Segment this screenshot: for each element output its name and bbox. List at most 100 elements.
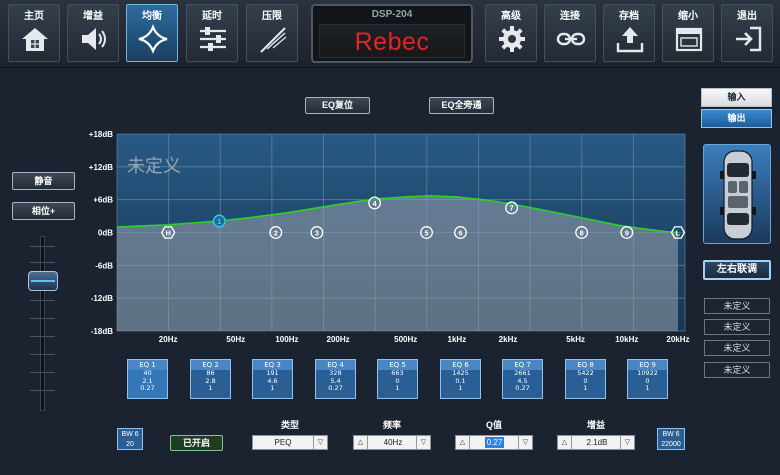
high-cut-bw-box[interactable]: BW 6 22000 xyxy=(657,428,685,450)
brand-panel: DSP-204 Rebec xyxy=(311,4,473,63)
decrement-icon[interactable]: ▽ xyxy=(416,436,430,449)
band-marker-label: 6 xyxy=(458,228,462,237)
eq-curve-icon xyxy=(138,24,168,54)
eq-band-card-1[interactable]: EQ 1 40 2.1 0.27 xyxy=(127,359,168,399)
band-q: 0.27 xyxy=(328,384,343,392)
nav-label: 主页 xyxy=(24,11,44,22)
nav-label: 压限 xyxy=(262,11,282,22)
car-icon xyxy=(720,150,756,240)
eq-band-card-4[interactable]: EQ 4 328 5.4 0.27 xyxy=(315,359,356,399)
eq-bypass-button[interactable]: EQ全旁通 xyxy=(429,97,494,114)
upload-icon xyxy=(616,27,644,53)
output-channel-button[interactable]: 输出 xyxy=(701,109,772,128)
nav-advanced-button[interactable]: 高级 xyxy=(485,4,537,62)
gain-stepper[interactable]: △ 2.1dB ▽ xyxy=(557,435,635,450)
decrement-icon[interactable]: ▽ xyxy=(620,436,634,449)
eq-band-card-7[interactable]: EQ 7 2661 4.5 0.27 xyxy=(502,359,543,399)
fader-tick xyxy=(30,390,55,391)
eq-band-card-6[interactable]: EQ 6 1425 0.1 1 xyxy=(440,359,481,399)
bw-value: 20 xyxy=(126,441,134,448)
nav-limiter-button[interactable]: 压限 xyxy=(246,4,298,62)
dropdown-arrow-icon[interactable]: ▽ xyxy=(313,436,327,449)
car-speaker-diagram[interactable] xyxy=(703,144,771,244)
gain-label: 增益 xyxy=(586,420,605,430)
x-tick-label: 20kHz xyxy=(666,335,689,344)
x-tick-label: 100Hz xyxy=(275,335,298,344)
nav-save-button[interactable]: 存档 xyxy=(603,4,655,62)
x-tick-label: 20Hz xyxy=(159,335,178,344)
fader-tick xyxy=(30,372,55,373)
gear-icon xyxy=(499,26,525,52)
nav-label: 存档 xyxy=(619,11,639,22)
x-tick-label: 1kHz xyxy=(448,335,467,344)
low-cut-bw-box[interactable]: BW 6 20 xyxy=(117,428,143,450)
top-navigation-bar: 主页 增益 均衡 延时 压限 DSP-204 Rebec 高级 连接 存档 缩小… xyxy=(0,0,780,68)
limiter-icon xyxy=(260,27,287,53)
increment-icon[interactable]: △ xyxy=(558,436,572,449)
increment-icon[interactable]: △ xyxy=(354,436,368,449)
eq-band-card-9[interactable]: EQ 9 10922 0 1 xyxy=(627,359,668,399)
x-axis-labels: 20Hz 50Hz 100Hz 200Hz 500Hz 1kHz 2kHz 5kHz 10kHz… xyxy=(159,335,690,344)
band-marker-label: 9 xyxy=(625,228,629,237)
nav-label: 增益 xyxy=(83,11,103,22)
preset-name-overlay: 未定义 xyxy=(127,156,181,177)
left-right-link-button[interactable]: 左右联调 xyxy=(703,260,771,280)
x-tick-label: 2kHz xyxy=(499,335,518,344)
preset-slot-2[interactable]: 未定义 xyxy=(704,319,770,335)
band-marker-label: H xyxy=(165,228,170,237)
nav-eq-button[interactable]: 均衡 xyxy=(126,4,178,62)
x-tick-label: 200Hz xyxy=(327,335,350,344)
nav-exit-button[interactable]: 退出 xyxy=(721,4,773,62)
q-label: Q值 xyxy=(485,420,502,430)
eq-response-chart[interactable]: 未定义 +18dB +12dB +6dB 0dB -6dB -12dB -18dB 20Hz… xyxy=(0,125,700,350)
nav-gain-button[interactable]: 增益 xyxy=(67,4,119,62)
brand-logo: Rebec xyxy=(354,28,430,56)
eq-reset-button[interactable]: EQ复位 xyxy=(305,97,370,114)
y-tick-label: +6dB xyxy=(93,196,113,205)
q-stepper[interactable]: △ 0.27 ▽ xyxy=(455,435,533,450)
band-q: 1 xyxy=(458,384,463,392)
sliders-icon xyxy=(200,27,226,51)
y-tick-label: +18dB xyxy=(89,130,113,139)
band-marker-label: 8 xyxy=(580,228,584,237)
preset-slot-3[interactable]: 未定义 xyxy=(704,340,770,356)
eq-band-card-5[interactable]: EQ 5 663 0 1 xyxy=(377,359,418,399)
input-channel-button[interactable]: 输入 xyxy=(701,88,772,107)
increment-icon[interactable]: △ xyxy=(456,436,470,449)
eq-enabled-button[interactable]: 已开启 xyxy=(170,435,223,451)
preset-slot-1[interactable]: 未定义 xyxy=(704,298,770,314)
type-label: 类型 xyxy=(280,420,299,430)
device-model: DSP-204 xyxy=(371,9,413,20)
band-q: 1 xyxy=(645,384,650,392)
nav-minimize-button[interactable]: 缩小 xyxy=(662,4,714,62)
bw-value: 22000 xyxy=(661,441,681,448)
frequency-label: 频率 xyxy=(382,420,401,430)
nav-label: 高级 xyxy=(501,11,521,22)
brand-screen: Rebec xyxy=(319,24,465,58)
band-marker-label: 1 xyxy=(217,217,221,226)
band-marker-label: L xyxy=(676,228,681,237)
y-axis-labels: +18dB +12dB +6dB 0dB -6dB -12dB -18dB xyxy=(89,130,113,336)
nav-delay-button[interactable]: 延时 xyxy=(186,4,238,62)
nav-label: 缩小 xyxy=(678,11,698,22)
q-value[interactable]: 0.27 xyxy=(485,437,504,448)
eq-band-card-3[interactable]: EQ 3 191 4.6 1 xyxy=(252,359,293,399)
band-q: 1 xyxy=(270,384,275,392)
home-icon xyxy=(22,28,48,51)
eq-band-card-8[interactable]: EQ 8 5422 0 1 xyxy=(565,359,606,399)
bw-label: BW 6 xyxy=(121,431,139,438)
nav-connect-button[interactable]: 连接 xyxy=(544,4,596,62)
preset-slot-4[interactable]: 未定义 xyxy=(704,362,770,378)
band-q: 1 xyxy=(583,384,588,392)
filter-type-value: PEQ xyxy=(274,438,292,447)
frequency-stepper[interactable]: △ 40Hz ▽ xyxy=(353,435,431,450)
band-q: 1 xyxy=(395,384,400,392)
decrement-icon[interactable]: ▽ xyxy=(518,436,532,449)
band-marker-label: 7 xyxy=(510,204,514,213)
nav-home-button[interactable]: 主页 xyxy=(8,4,60,62)
nav-label: 退出 xyxy=(737,11,757,22)
eq-band-card-2[interactable]: EQ 2 86 2.8 1 xyxy=(190,359,231,399)
y-tick-label: +12dB xyxy=(89,163,113,172)
filter-type-select[interactable]: PEQ ▽ xyxy=(252,435,328,450)
y-tick-label: 0dB xyxy=(98,229,113,238)
